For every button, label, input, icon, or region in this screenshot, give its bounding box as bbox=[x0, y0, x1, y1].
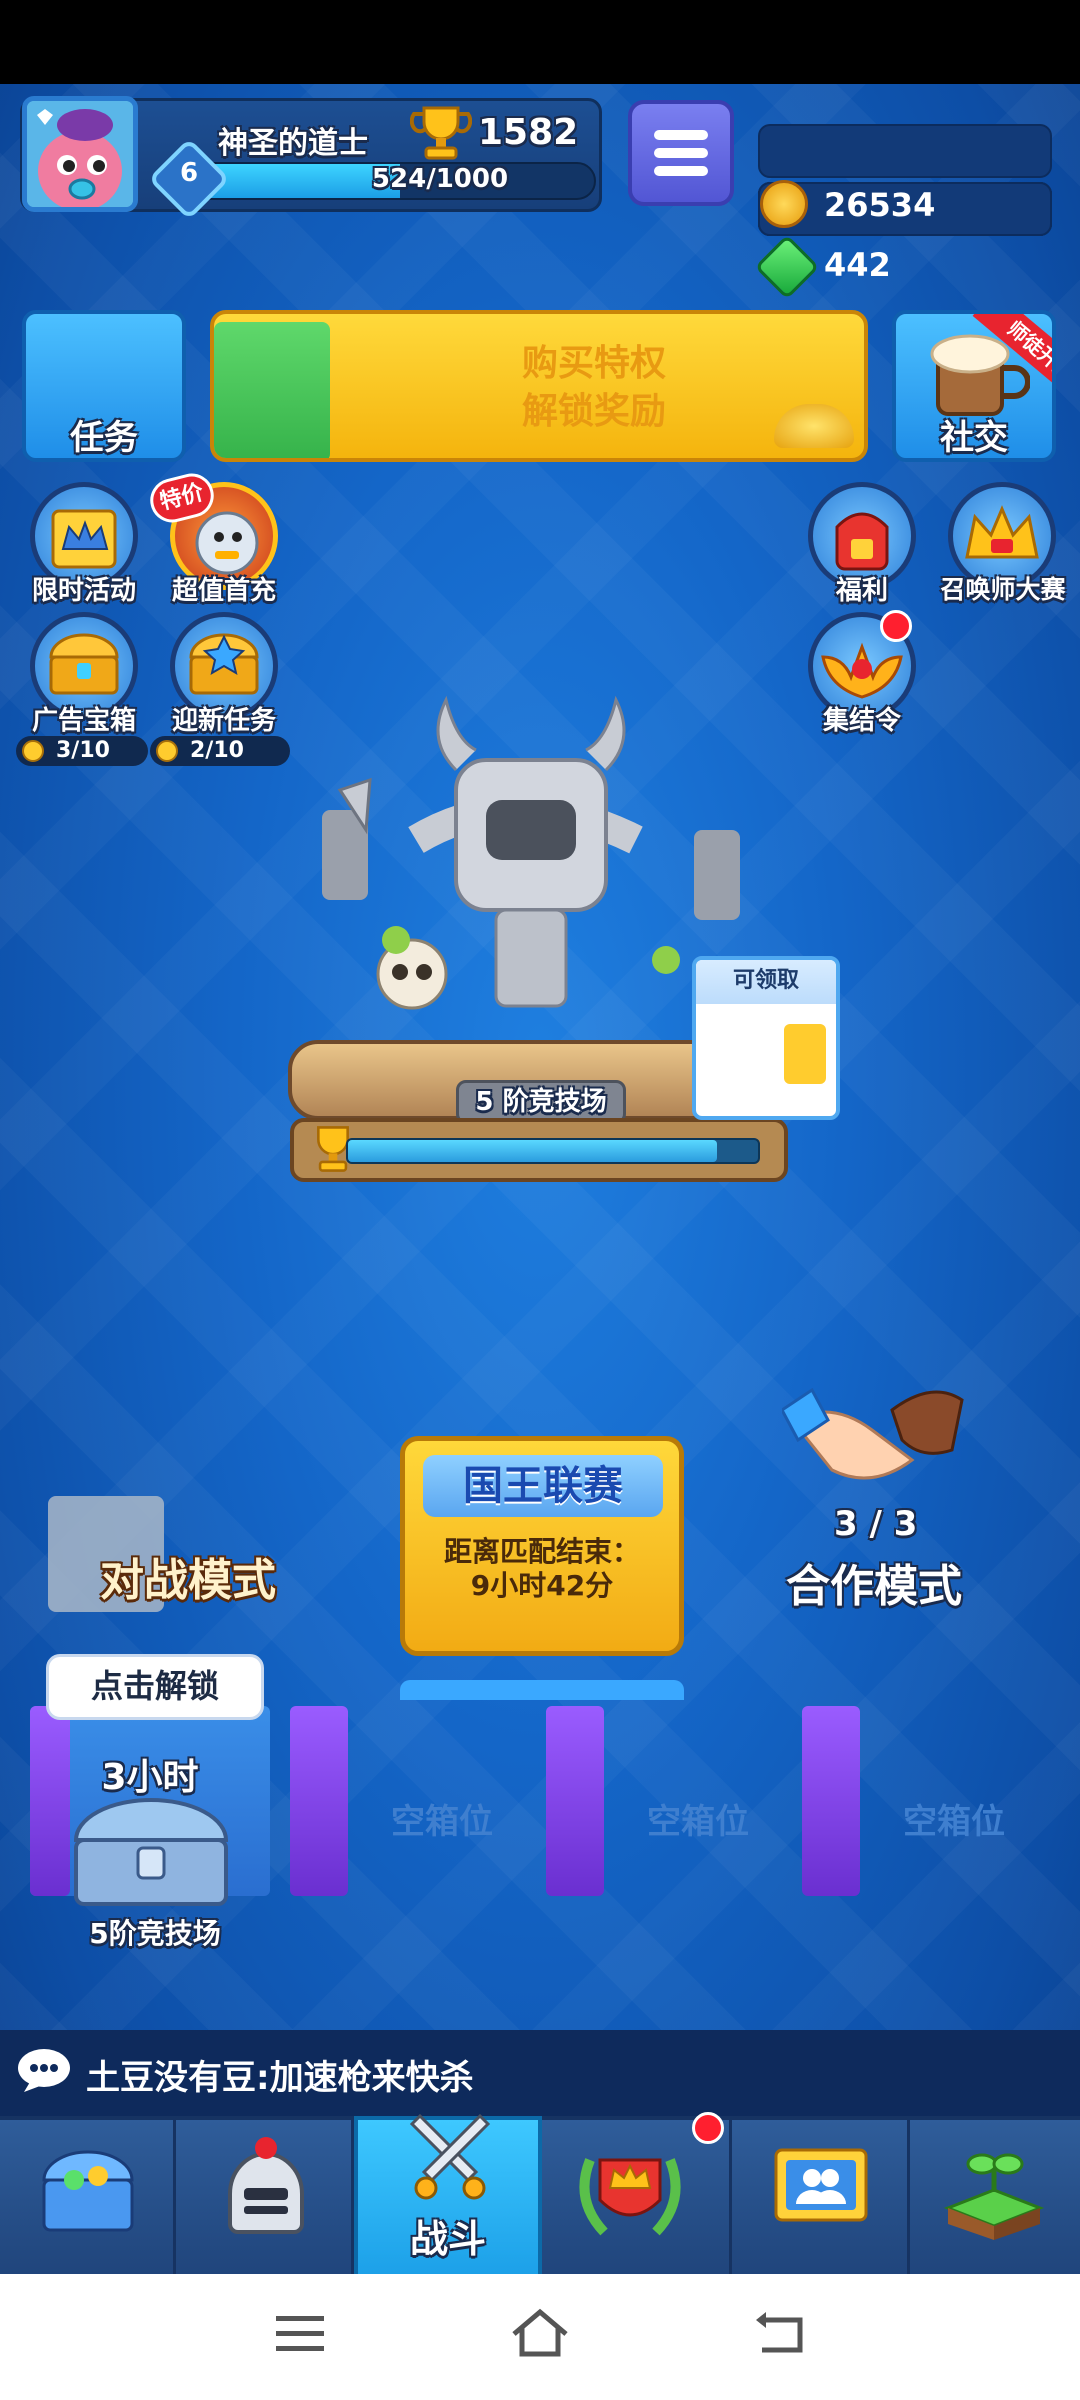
battle-mode-button[interactable]: 对战模式 bbox=[100, 1544, 276, 1608]
arena-progress-bar bbox=[346, 1138, 760, 1164]
gem-amount: 442 bbox=[824, 246, 891, 284]
trophy-count: 1582 bbox=[478, 112, 579, 153]
nav-social[interactable] bbox=[732, 2120, 910, 2274]
chest-slot-2[interactable]: 空箱位 bbox=[290, 1706, 530, 1906]
menu-icon bbox=[654, 130, 708, 140]
tap-to-unlock-button[interactable]: 点击解锁 bbox=[46, 1654, 264, 1720]
sprout-block-icon bbox=[943, 2153, 1045, 2240]
nav-cards[interactable] bbox=[176, 2120, 354, 2274]
chat-message: 土豆没有豆:加速枪来快杀 bbox=[86, 2058, 474, 2098]
treasure-chest-icon bbox=[42, 2150, 134, 2232]
claimable-label: 可领取 bbox=[696, 960, 836, 1004]
coin-pile-icon bbox=[774, 404, 854, 448]
clan-notification-dot bbox=[692, 2112, 724, 2144]
nav-garden[interactable] bbox=[910, 2120, 1080, 2274]
menu-button[interactable] bbox=[628, 100, 734, 206]
coin-icon bbox=[156, 740, 178, 762]
coin-icon bbox=[22, 740, 44, 762]
king-league-button[interactable]: 国王联赛 距离匹配结束： 9小时42分 bbox=[400, 1436, 684, 1656]
empty-slot-label: 空箱位 bbox=[647, 1802, 749, 1842]
coop-mode-button[interactable]: 合作模式 bbox=[786, 1550, 962, 1614]
trophy-icon bbox=[410, 106, 472, 160]
ad-chest-label: 广告宝箱 bbox=[31, 706, 136, 736]
privilege-banner[interactable]: 购买特权 解锁奖励 bbox=[210, 310, 868, 462]
limited-event-label: 限时活动 bbox=[31, 576, 136, 606]
league-countdown-label: 距离匹配结束： bbox=[443, 1535, 640, 1568]
group-banner-icon bbox=[774, 2148, 868, 2222]
handshake-icon bbox=[782, 1387, 964, 1480]
reward-icon bbox=[784, 1024, 826, 1084]
chest-slot-3[interactable]: 空箱位 bbox=[546, 1706, 786, 1906]
claimable-reward-card[interactable]: 可领取 bbox=[692, 956, 840, 1120]
empty-slot-label: 空箱位 bbox=[391, 1802, 493, 1842]
avatar-icon bbox=[27, 101, 133, 207]
rally-order-label: 集结令 bbox=[822, 706, 901, 736]
rally-order-notification-dot bbox=[880, 610, 912, 642]
chest-arena-label: 5阶竞技场 bbox=[89, 1917, 221, 1950]
gold-bar[interactable] bbox=[758, 124, 1052, 178]
chat-bubble-icon bbox=[18, 2049, 70, 2092]
back-icon[interactable] bbox=[752, 2310, 806, 2358]
player-avatar[interactable] bbox=[22, 96, 138, 212]
laurel-crown-shield-icon bbox=[579, 2158, 681, 2236]
banner-line-1: 购买特权 bbox=[521, 343, 666, 384]
chest-slot-4[interactable]: 空箱位 bbox=[802, 1706, 1042, 1906]
social-button[interactable]: 师徒开启 社交 bbox=[892, 310, 1056, 462]
welcome-task-label: 迎新任务 bbox=[171, 706, 276, 736]
league-countdown-value: 9小时42分 bbox=[470, 1569, 614, 1602]
xp-text: 524/1000 bbox=[371, 164, 509, 194]
gold-coin-icon bbox=[760, 180, 808, 228]
crossed-swords-icon bbox=[409, 2114, 491, 2200]
player-name: 神圣的道士 bbox=[218, 126, 368, 161]
coop-count: 3 / 3 bbox=[834, 1504, 918, 1544]
banner-line-2: 解锁奖励 bbox=[521, 391, 666, 432]
silver-chest-icon bbox=[73, 1798, 229, 1906]
nav-battle-label: 战斗 bbox=[409, 2217, 486, 2261]
welcome-task-counter: 2/10 bbox=[150, 736, 290, 766]
first-recharge-label: 超值首充 bbox=[171, 576, 276, 606]
empty-slot-label: 空箱位 bbox=[903, 1802, 1005, 1842]
tasks-button[interactable]: 任务 bbox=[22, 310, 186, 462]
recent-apps-icon[interactable] bbox=[274, 2312, 326, 2356]
level-number: 6 bbox=[179, 158, 199, 188]
gold-amount: 26534 bbox=[824, 186, 936, 224]
status-bar bbox=[0, 0, 1080, 84]
tasks-label: 任务 bbox=[70, 418, 138, 458]
chest-slot-1[interactable]: 3小时 bbox=[30, 1706, 270, 1906]
ad-chest-counter: 3/10 bbox=[16, 736, 148, 766]
social-label: 社交 bbox=[940, 418, 1008, 458]
nav-battle[interactable]: 战斗 bbox=[354, 2114, 542, 2280]
king-league-title: 国王联赛 bbox=[423, 1455, 663, 1517]
summoner-tournament-label: 召唤师大赛 bbox=[940, 575, 1066, 604]
nav-shop[interactable] bbox=[0, 2120, 176, 2274]
knight-helmet-icon bbox=[228, 2137, 304, 2234]
home-icon[interactable] bbox=[510, 2306, 570, 2360]
